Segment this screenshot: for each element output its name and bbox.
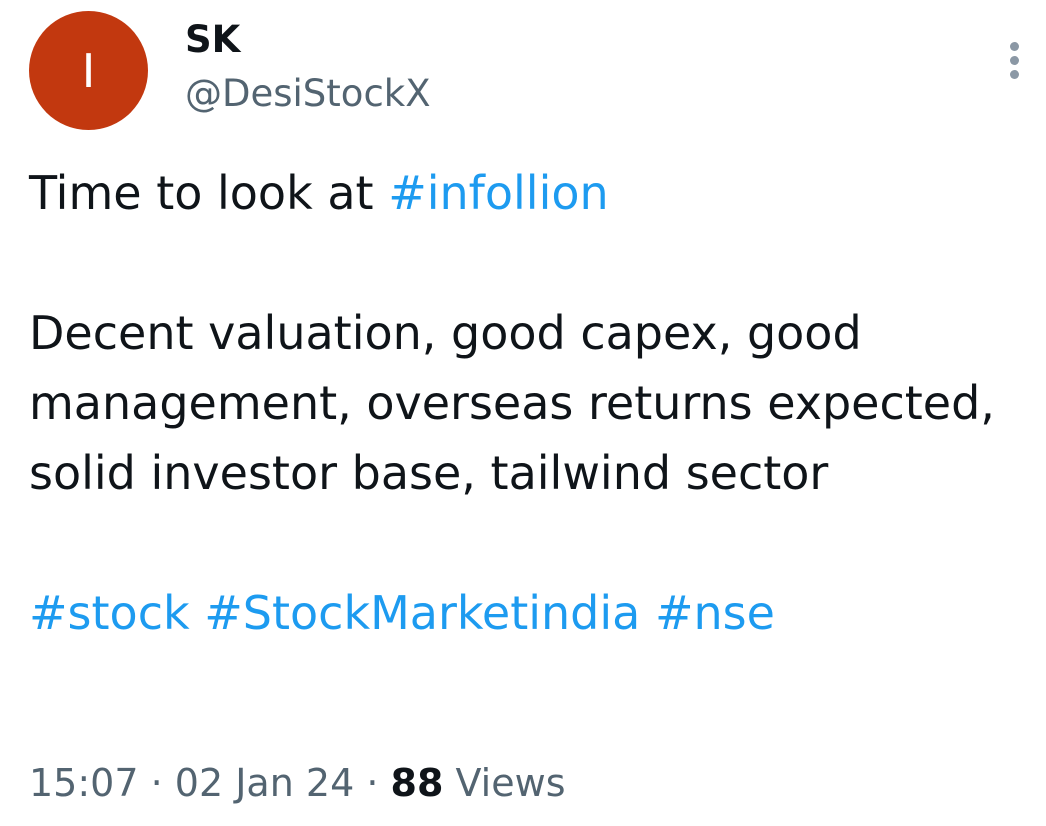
tweet-text: Time to look at #infollion Decent valuat…: [29, 158, 1019, 648]
meta-separator: ·: [150, 761, 163, 805]
tweet-hashtags: #stock #StockMarketindia #nse: [29, 578, 1019, 648]
tweet-intro-text: Time to look at: [29, 166, 389, 220]
views-count[interactable]: 88: [391, 761, 444, 805]
tweet-time[interactable]: 15:07: [29, 761, 139, 805]
tweet-date[interactable]: 02 Jan 24: [175, 761, 354, 805]
more-options-button[interactable]: [1002, 36, 1026, 84]
tweet-meta: 15:07 · 02 Jan 24 · 88 Views: [29, 755, 566, 811]
hashtag-nse[interactable]: #nse: [655, 586, 775, 640]
more-vertical-icon-dot: [1009, 69, 1019, 79]
user-handle[interactable]: @DesiStockX: [185, 70, 431, 118]
tweet-line-1: Time to look at #infollion: [29, 158, 1019, 228]
avatar-letter: I: [81, 43, 96, 98]
display-name[interactable]: SK: [185, 16, 240, 64]
more-vertical-icon: [1009, 41, 1019, 51]
hashtag-infollion[interactable]: #infollion: [388, 166, 608, 220]
tweet-paragraph-2: Decent valuation, good capex, good manag…: [29, 306, 995, 500]
hashtag-stock[interactable]: #stock: [29, 586, 190, 640]
avatar[interactable]: I: [29, 11, 148, 130]
more-vertical-icon-dot: [1009, 55, 1019, 65]
views-label[interactable]: Views: [456, 761, 566, 805]
meta-separator: ·: [366, 761, 379, 805]
hashtag-stockmarketindia[interactable]: #StockMarketindia: [204, 586, 640, 640]
